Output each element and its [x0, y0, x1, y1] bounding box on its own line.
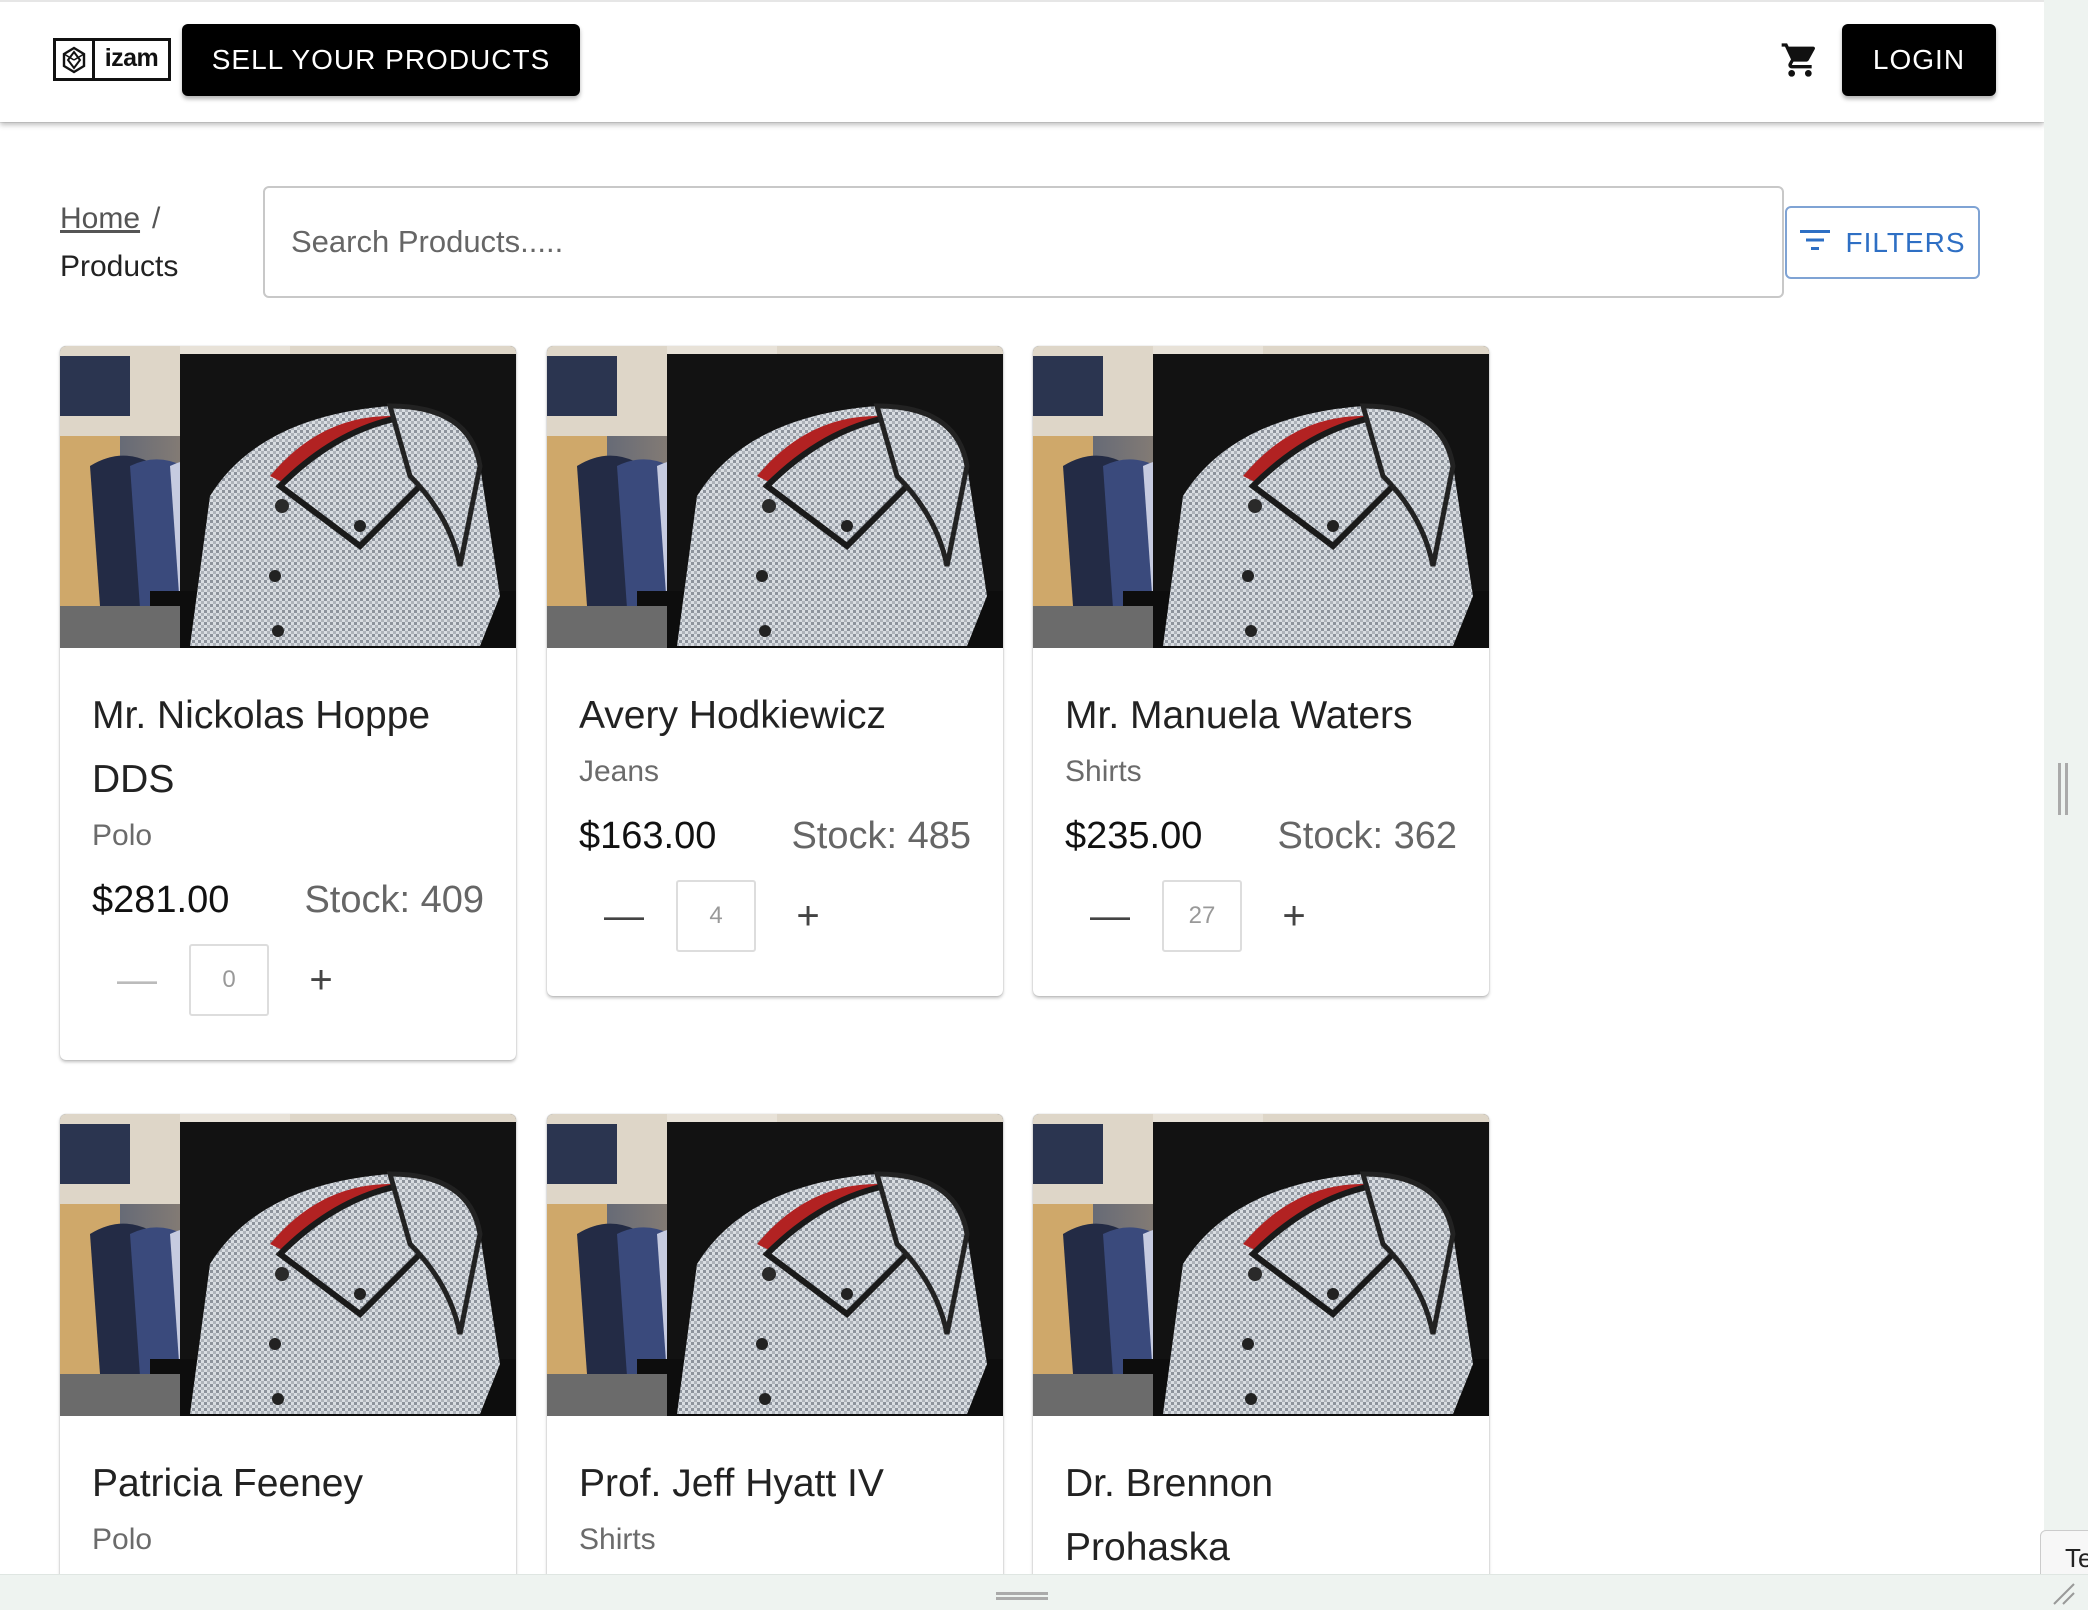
product-card[interactable]: Prof. Jeff Hyatt IV Shirts [547, 1114, 1003, 1574]
product-image [60, 1114, 516, 1416]
breadcrumb: Home / Products [60, 195, 260, 291]
side-panel-tab[interactable]: Te [2040, 1530, 2088, 1580]
decrease-quantity-button[interactable]: — [599, 891, 649, 941]
bottom-resize-bar[interactable] [0, 1574, 2088, 1610]
filters-button[interactable]: FILTERS [1785, 206, 1980, 279]
product-category: Shirts [1065, 755, 1142, 788]
product-image [60, 346, 516, 648]
product-stock: Stock: 362 [1277, 815, 1457, 857]
decrease-quantity-button[interactable]: — [112, 955, 162, 1005]
product-image [1033, 1114, 1489, 1416]
product-price: $163.00 [579, 815, 717, 857]
product-card[interactable]: Mr. Nickolas Hoppe DDS Polo $281.00 Stoc… [60, 346, 516, 1060]
product-category: Jeans [579, 755, 660, 788]
product-card[interactable]: Mr. Manuela Waters Shirts $235.00 Stock:… [1033, 346, 1489, 996]
logo-wordmark: izam [104, 44, 159, 72]
quantity-input[interactable] [189, 944, 269, 1016]
resize-corner-icon[interactable] [2050, 1580, 2076, 1606]
horizontal-resize-grip[interactable] [996, 1592, 1048, 1600]
product-stock: Stock: 485 [791, 815, 971, 857]
logo-mark-icon [56, 41, 95, 78]
increase-quantity-button[interactable]: + [783, 891, 833, 941]
product-category: Polo [92, 1523, 153, 1556]
product-category: Polo [92, 819, 153, 852]
increase-quantity-button[interactable]: + [1269, 891, 1319, 941]
sell-your-products-button[interactable]: SELL YOUR PRODUCTS [182, 24, 580, 96]
quantity-stepper: — + [1085, 880, 1457, 952]
product-name: Avery Hodkiewicz [579, 694, 887, 737]
vertical-resize-grip[interactable] [2058, 763, 2068, 815]
quantity-stepper: — + [599, 880, 971, 952]
filter-list-icon [1799, 227, 1831, 259]
product-stock: Stock: 409 [304, 879, 484, 921]
product-image [547, 1114, 1003, 1416]
page-viewport: izam SELL YOUR PRODUCTS LOGIN Home / Prod… [0, 0, 2044, 1574]
login-button[interactable]: LOGIN [1842, 24, 1996, 96]
product-name: Mr. Manuela Waters [1065, 694, 1413, 737]
decrease-quantity-button[interactable]: — [1085, 891, 1135, 941]
product-price: $235.00 [1065, 815, 1203, 857]
izam-logo[interactable]: izam [53, 38, 171, 81]
breadcrumb-current: Products [60, 250, 179, 283]
product-card[interactable]: Dr. Brennon Prohaska [1033, 1114, 1489, 1574]
product-name: Mr. Nickolas Hoppe DDS [92, 694, 431, 801]
product-price: $281.00 [92, 879, 230, 921]
product-name: Dr. Brennon Prohaska [1065, 1462, 1274, 1569]
filters-label: FILTERS [1845, 226, 1966, 258]
product-image [547, 346, 1003, 648]
search-products-input[interactable] [263, 186, 1784, 298]
product-name: Prof. Jeff Hyatt IV [579, 1462, 884, 1505]
product-image [1033, 346, 1489, 648]
breadcrumb-home-link[interactable]: Home [60, 202, 140, 235]
shopping-cart-icon[interactable] [1776, 36, 1824, 84]
product-name: Patricia Feeney [92, 1462, 363, 1505]
increase-quantity-button[interactable]: + [296, 955, 346, 1005]
product-card[interactable]: Avery Hodkiewicz Jeans $163.00 Stock: 48… [547, 346, 1003, 996]
quantity-input[interactable] [676, 880, 756, 952]
quantity-stepper: — + [112, 944, 484, 1016]
top-app-bar: izam SELL YOUR PRODUCTS LOGIN [0, 0, 2044, 122]
quantity-input[interactable] [1162, 880, 1242, 952]
product-category: Shirts [579, 1523, 656, 1556]
breadcrumb-separator: / [152, 202, 161, 235]
product-card[interactable]: Patricia Feeney Polo [60, 1114, 516, 1574]
